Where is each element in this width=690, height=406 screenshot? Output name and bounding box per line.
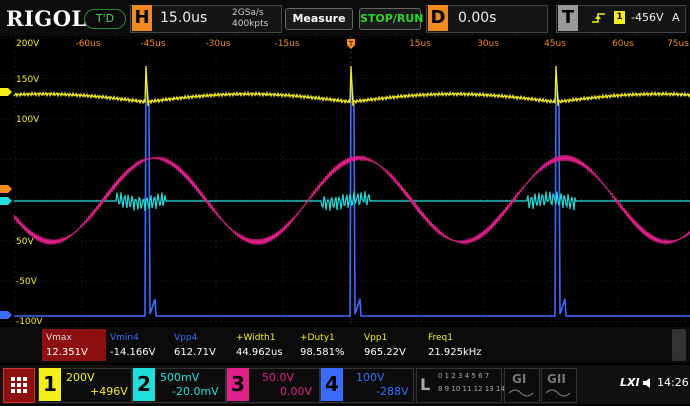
sine-icon [545, 389, 571, 397]
time-label: 30us [477, 39, 499, 49]
speaker-icon[interactable] [642, 377, 654, 389]
channel-markers[interactable] [0, 88, 12, 319]
trigger-channel: 1 [614, 11, 625, 24]
volt-label: -50V [16, 277, 38, 287]
measurement-name: +Width1 [236, 333, 276, 343]
volt-label: -100V [16, 317, 43, 326]
trigger-level: -456V [631, 11, 664, 24]
measurement-value: -14.166V [110, 347, 156, 358]
volt-label: 200V [16, 39, 40, 49]
ch4-scale: 100V [356, 371, 385, 384]
bottom-bar: 1 200V +496V 2 500mV -20.0mV 3 50.0V 0.0… [0, 365, 690, 404]
rising-edge-icon [592, 13, 605, 23]
ch2-scale: 500mV [160, 371, 200, 384]
ch3-scale: 50.0V [262, 371, 295, 384]
measurement-value: 44.962us [236, 347, 283, 358]
trigger-level-marker [0, 185, 12, 193]
volt-label: 50V [16, 237, 34, 247]
ch2-offset: -20.0mV [172, 385, 219, 398]
ch1-ground-marker [0, 88, 12, 96]
time-label: 45us [544, 39, 566, 49]
memory-depth: 400kpts [232, 19, 269, 29]
run-mode-badge[interactable]: T'D [84, 9, 126, 29]
time-label: 75us [667, 39, 689, 49]
time-label: 15us [409, 39, 431, 49]
ch3-offset: 0.00V [280, 385, 313, 398]
time-axis-labels: -60us -45us -30us -15us 15us 30us 45us 6… [75, 39, 689, 49]
volt-label: 100V [16, 115, 40, 125]
measurement-name: Freq1 [428, 333, 454, 343]
generator2-label: GII [547, 372, 566, 386]
measurement-bar: Vmax 12.351V Vmin4 -14.166V Vpp4 612.71V… [0, 327, 690, 363]
trigger-position-marker[interactable]: T [347, 39, 355, 49]
grid [0, 36, 690, 326]
sine-icon [508, 389, 534, 397]
time-label: -60us [75, 39, 100, 49]
measurement-value: 612.71V [174, 347, 216, 358]
ch2-trace [14, 191, 690, 211]
ch4-trace [14, 75, 690, 317]
lxi-logo: LXI [620, 376, 640, 389]
measurement-value: 965.22V [364, 347, 406, 358]
waveform-svg: -60us -45us -30us -15us 15us 30us 45us 6… [0, 36, 690, 327]
time-label: -15us [274, 39, 299, 49]
horizontal-letter: H [132, 5, 152, 31]
volt-label: 150V [16, 75, 40, 85]
measurement-bar-scroll[interactable] [672, 329, 686, 361]
ch1-number: 1 [39, 368, 61, 401]
brand-logo: RIGOL [6, 6, 87, 31]
top-bar: RIGOL T'D H 15.0us 2GSa/s 400kpts Measur… [0, 0, 690, 36]
ch2-number: 2 [133, 368, 155, 401]
delay-letter: D [428, 5, 448, 31]
ch4-offset: -288V [376, 385, 409, 398]
stop-run-button[interactable]: STOP/RUN [359, 8, 423, 30]
measure-button[interactable]: Measure [285, 8, 353, 30]
measurement-name: Vmax [46, 333, 72, 343]
delay-value: 0.00s [458, 10, 497, 26]
measurement-name: +Duty1 [300, 333, 335, 343]
ch1-trace [13, 65, 690, 107]
trigger-mode: A [672, 11, 680, 24]
logic-letter: L [420, 375, 431, 394]
clock: 14:26 [657, 376, 689, 389]
volt-axis-labels: 200V 150V 100V 50V -50V -100V [16, 39, 43, 327]
sample-rate: 2GSa/s [232, 8, 264, 18]
time-label: -45us [140, 39, 165, 49]
measurement-name: Vmin4 [110, 333, 139, 343]
measurement-name: Vpp4 [174, 333, 198, 343]
menu-grid-icon[interactable] [3, 368, 35, 403]
ch4-ground-marker [0, 311, 12, 319]
time-label: -30us [205, 39, 230, 49]
generator1-label: GI [512, 372, 527, 386]
svg-text:T: T [348, 40, 354, 48]
measurement-name: Vpp1 [364, 333, 388, 343]
ch3-number: 3 [227, 368, 249, 401]
measurement-value: 12.351V [46, 347, 88, 358]
ch4-number: 4 [321, 368, 343, 401]
waveform-display[interactable]: -60us -45us -30us -15us 15us 30us 45us 6… [0, 36, 690, 327]
ch1-offset: +496V [90, 385, 128, 398]
trigger-letter: T [558, 5, 578, 31]
measurement-value: 98.581% [300, 347, 345, 358]
ch1-scale: 200V [66, 371, 95, 384]
time-label: 60us [612, 39, 634, 49]
measurement-value: 21.925kHz [428, 347, 482, 358]
ch2-ground-marker [0, 197, 12, 205]
logic-channels-low: 0 1 2 3 4 5 6 7 [438, 372, 490, 380]
timebase-value: 15.0us [160, 10, 208, 26]
